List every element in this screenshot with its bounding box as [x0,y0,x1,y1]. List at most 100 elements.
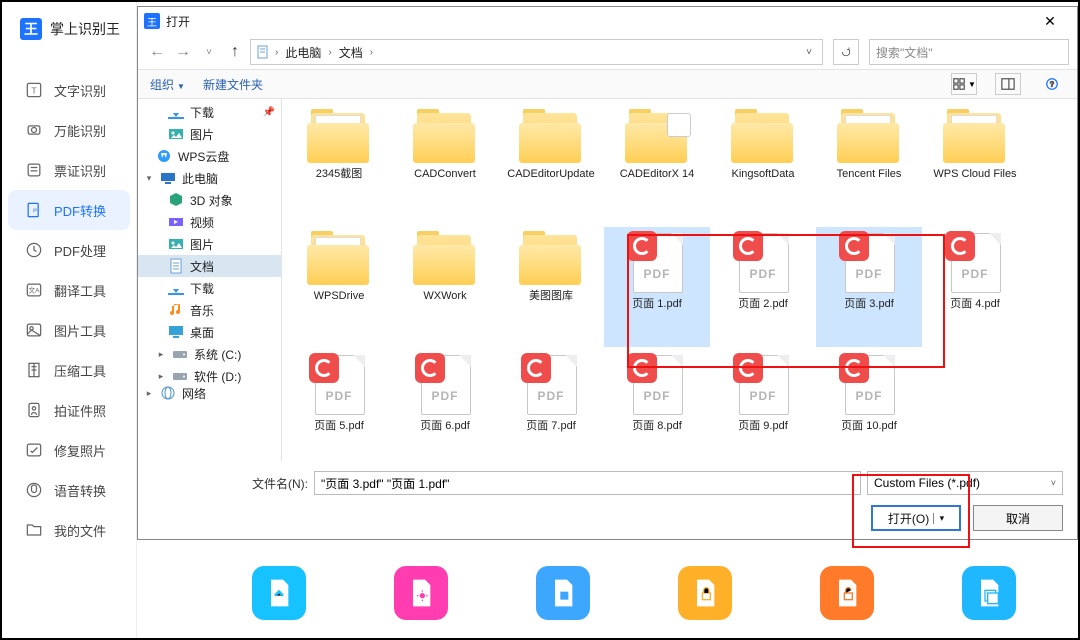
svg-text:文A: 文A [28,286,40,295]
sidebar-item-1[interactable]: 万能识别 [2,110,136,150]
wps-icon [156,148,172,164]
sidebar-item-label: 图片工具 [54,321,106,340]
filename-input[interactable] [314,471,861,495]
tree-item[interactable]: 视频 [138,211,281,233]
nav-up-button[interactable]: ↑ [224,41,246,63]
file-item[interactable]: PDF页面 6.pdf [392,349,498,461]
tree-item[interactable]: 图片 [138,233,281,255]
file-filter-select[interactable]: Custom Files (*.pdf)˅ [867,471,1063,495]
nav-recent-button[interactable]: ˅ [198,41,220,63]
file-item[interactable]: Tencent Files [816,105,922,225]
search-input[interactable]: 搜索"文档" [869,39,1069,65]
folder-icon [623,109,691,165]
cancel-button[interactable]: 取消 [973,505,1063,531]
feature-icon-3[interactable] [536,566,590,620]
tree-item-label: 此电脑 [182,170,218,187]
refresh-button[interactable] [833,39,859,65]
file-item[interactable]: PDF页面 9.pdf [710,349,816,461]
sidebar-icon [24,520,44,540]
file-item[interactable]: PDF页面 8.pdf [604,349,710,461]
file-label: 2345截图 [310,165,368,181]
docs-icon [168,258,184,274]
sidebar-item-5[interactable]: 文A翻译工具 [2,270,136,310]
sidebar-item-3[interactable]: PPDF转换 [8,190,130,230]
tree-item[interactable]: ▸系统 (C:) [138,343,281,365]
sidebar-item-2[interactable]: 票证识别 [2,150,136,190]
sidebar-item-label: 语音转换 [54,481,106,500]
file-item[interactable]: WXWork [392,227,498,347]
tree-item[interactable]: 下载📌 [138,101,281,123]
sidebar-item-11[interactable]: 我的文件 [2,510,136,550]
new-folder-button[interactable]: 新建文件夹 [203,76,263,93]
file-item[interactable]: CADEditorUpdate [498,105,604,225]
feature-icon-1[interactable] [252,566,306,620]
pdf-icon: PDF [413,353,477,417]
sidebar-item-4[interactable]: PDF处理 [2,230,136,270]
tree-item[interactable]: 下载 [138,277,281,299]
feature-icon-6[interactable] [962,566,1016,620]
pdf-icon: PDF [731,353,795,417]
file-item[interactable]: PDF页面 10.pdf [816,349,922,461]
file-item[interactable]: WPSDrive [286,227,392,347]
sidebar-item-0[interactable]: T文字识别 [2,70,136,110]
svg-text:T: T [31,85,36,95]
tree-item[interactable]: WPS云盘 [138,145,281,167]
file-item[interactable]: PDF页面 4.pdf [922,227,1028,347]
tree-item[interactable]: 图片 [138,123,281,145]
app-logo: 王 掌上识别王 [2,2,136,50]
file-item[interactable]: CADEditorX 14 [604,105,710,225]
file-item[interactable]: 美图图库 [498,227,604,347]
path-box[interactable]: › 此电脑 › 文档 › ˅ [250,39,823,65]
file-label: 页面 5.pdf [308,417,370,433]
tree-item[interactable]: ▸网络 [138,387,281,399]
organize-menu[interactable]: 组织▼ [150,76,185,93]
close-button[interactable]: ✕ [1029,8,1071,34]
sidebar-item-6[interactable]: 图片工具 [2,310,136,350]
tree-item-label: 3D 对象 [190,192,233,209]
preview-pane-button[interactable] [995,73,1021,95]
file-item[interactable]: 2345截图 [286,105,392,225]
file-item[interactable]: PDF页面 3.pdf [816,227,922,347]
tree-item[interactable]: 音乐 [138,299,281,321]
pictures-icon [168,236,184,252]
path-seg-root[interactable]: 此电脑 [282,44,324,61]
sidebar-item-9[interactable]: 修复照片 [2,430,136,470]
feature-icon-5[interactable] [820,566,874,620]
file-item[interactable]: WPS Cloud Files [922,105,1028,225]
file-grid[interactable]: 2345截图 CADConvertCADEditorUpdateCADEditor… [282,99,1077,461]
pdf-icon: PDF [731,231,795,295]
file-item[interactable]: PDF页面 7.pdf [498,349,604,461]
tree-item[interactable]: 文档 [138,255,281,277]
path-seg-1[interactable]: 文档 [336,44,366,61]
sidebar-item-10[interactable]: 语音转换 [2,470,136,510]
open-button[interactable]: 打开(O) ▾ [871,505,961,531]
pdf-icon: PDF [625,353,689,417]
folder-tree[interactable]: 下载📌图片WPS云盘▾此电脑3D 对象视频图片文档下载音乐桌面▸系统 (C:)▸… [138,99,282,461]
view-mode-button[interactable]: ▼ [951,73,977,95]
tree-item[interactable]: 桌面 [138,321,281,343]
feature-icon-4[interactable] [678,566,732,620]
sidebar-item-7[interactable]: 压缩工具 [2,350,136,390]
sidebar-icon [24,400,44,420]
tree-item[interactable]: ▸软件 (D:) [138,365,281,387]
sidebar-item-8[interactable]: 拍证件照 [2,390,136,430]
file-item[interactable]: PDF页面 5.pdf [286,349,392,461]
file-item[interactable]: PDF页面 1.pdf [604,227,710,347]
sidebar-item-label: 压缩工具 [54,361,106,380]
tree-item[interactable]: 3D 对象 [138,189,281,211]
sidebar-item-label: 我的文件 [54,521,106,540]
feature-icon-2[interactable] [394,566,448,620]
tree-item-label: 图片 [190,126,214,143]
tree-item-label: 下载 [190,104,214,121]
sidebar-icon [24,120,44,140]
file-item[interactable]: CADConvert [392,105,498,225]
svg-text:?: ? [1050,82,1054,89]
tree-item[interactable]: ▾此电脑 [138,167,281,189]
sidebar-item-label: PDF转换 [54,201,106,220]
app-nav: T文字识别万能识别票证识别PPDF转换PDF处理文A翻译工具图片工具压缩工具拍证… [2,70,136,550]
path-dropdown-button[interactable]: ˅ [800,47,818,58]
file-item[interactable]: PDF页面 2.pdf [710,227,816,347]
file-item[interactable]: KingsoftData [710,105,816,225]
help-button[interactable]: ? [1039,73,1065,95]
nav-back-button[interactable]: ← [146,41,168,63]
